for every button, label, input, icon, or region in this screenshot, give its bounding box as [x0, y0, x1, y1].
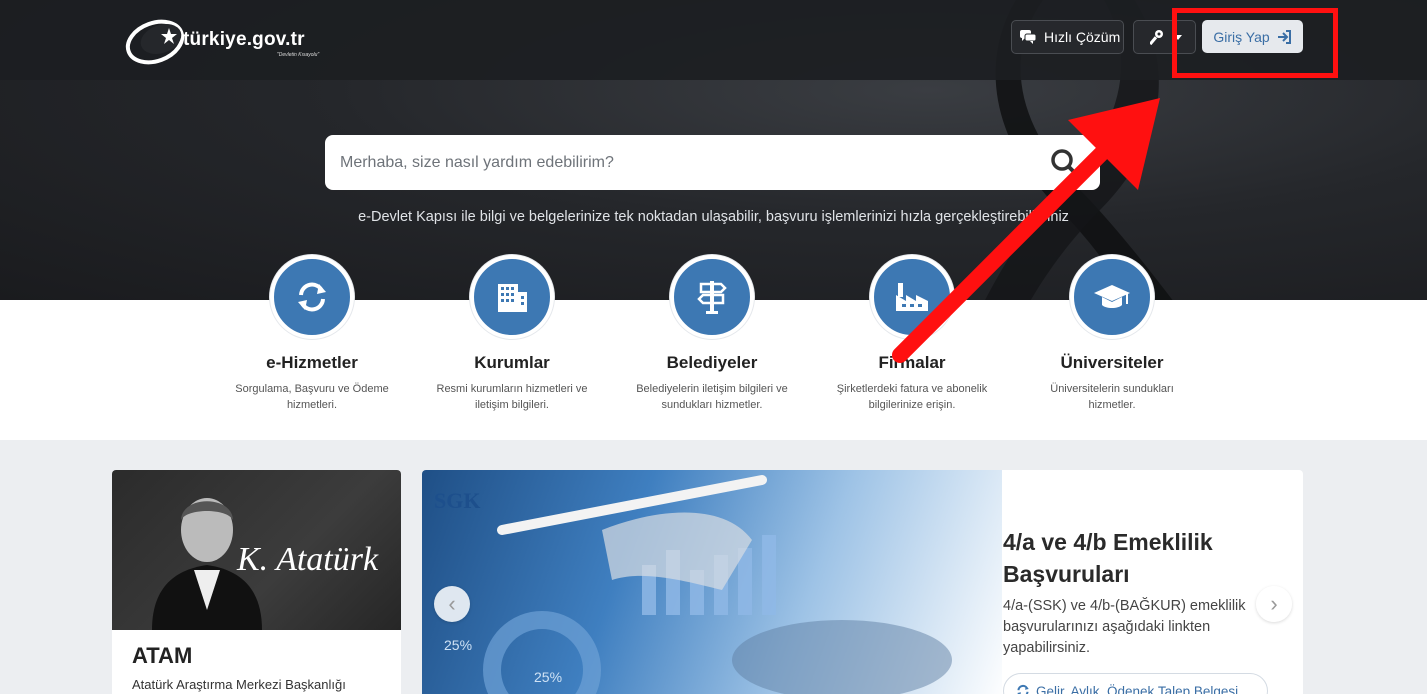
slide-link-button[interactable]: Gelir, Aylık, Ödenek Talep Belgesi — [1003, 673, 1268, 694]
category-icon-circle — [1070, 255, 1154, 339]
category-belediyeler[interactable]: Belediyeler Belediyelerin iletişim bilgi… — [612, 255, 812, 413]
hizli-cozum-label: Hızlı Çözüm — [1044, 29, 1121, 45]
signpost-icon — [697, 281, 727, 314]
category-icon-circle — [670, 255, 754, 339]
category-icon-circle — [470, 255, 554, 339]
ataturk-portrait-image: K. Atatürk — [112, 470, 401, 630]
hero-tagline: e-Devlet Kapısı ile bilgi ve belgelerini… — [358, 209, 1069, 225]
logo-text: türkiye.gov.tr — [183, 29, 305, 50]
portrait-illustration: K. Atatürk — [152, 498, 379, 630]
site-logo[interactable]: türkiye.gov.tr "Devletin Kısayolu" — [125, 14, 330, 66]
chevron-left-icon: ‹ — [448, 591, 456, 616]
sgk-logo: SGK — [434, 488, 481, 513]
ataturk-signature: K. Atatürk — [236, 541, 379, 578]
category-kurumlar[interactable]: Kurumlar Resmi kurumların hizmetleri ve … — [412, 255, 612, 413]
refresh-icon — [298, 282, 326, 312]
slide-image: 25% 25% SGK — [422, 470, 1002, 694]
chart-percent-label: 25% — [534, 669, 562, 685]
slide-link-label: Gelir, Aylık, Ödenek Talep Belgesi — [1036, 683, 1239, 694]
category-universiteler[interactable]: Üniversiteler Üniversitelerin sundukları… — [1012, 255, 1212, 413]
atam-subtitle: Atatürk Araştırma Merkezi Başkanlığı — [132, 677, 346, 692]
category-icon-circle — [870, 255, 954, 339]
highlight-box — [1172, 8, 1338, 78]
category-title: Kurumlar — [474, 353, 550, 372]
search-input[interactable] — [340, 135, 1020, 190]
category-desc: Resmi kurumların hizmetleri ve iletişim … — [436, 383, 588, 411]
slide-title: 4/a ve 4/b Emeklilik Başvuruları — [1003, 529, 1213, 587]
hizli-cozum-button[interactable]: Hızlı Çözüm — [1011, 20, 1124, 54]
slider-prev-button[interactable]: ‹ — [434, 586, 470, 622]
search-icon[interactable] — [1050, 148, 1080, 178]
refresh-icon — [1017, 684, 1029, 694]
building-icon — [498, 284, 527, 312]
slider-next-button[interactable]: › — [1256, 586, 1292, 622]
news-slider: 25% 25% SGK 4/a ve 4/b Emeklilik Başvuru… — [422, 470, 1303, 694]
category-desc: Şirketlerdeki fatura ve abonelik bilgile… — [836, 383, 988, 411]
category-title: Belediyeler — [666, 353, 758, 372]
slide-text: 4/a-(SSK) ve 4/b-(BAĞKUR) emeklilik başv… — [1003, 598, 1246, 656]
category-desc: Üniversitelerin sundukları hizmetler. — [1050, 383, 1174, 411]
finance-illustration: 25% 25% — [444, 475, 952, 694]
graduation-cap-icon — [1094, 285, 1130, 308]
category-firmalar[interactable]: Firmalar Şirketlerdeki fatura ve aboneli… — [812, 255, 1012, 413]
logo-slogan: "Devletin Kısayolu" — [277, 52, 320, 58]
category-title: Firmalar — [878, 353, 946, 372]
category-desc: Sorgulama, Başvuru ve Ödeme hizmetleri. — [235, 383, 389, 411]
chat-bubbles-icon — [1020, 30, 1036, 44]
atam-card[interactable]: K. Atatürk ATAM Atatürk Araştırma Merkez… — [112, 470, 401, 694]
factory-icon — [896, 283, 928, 311]
chart-percent-label: 25% — [444, 637, 472, 653]
chevron-right-icon: › — [1270, 591, 1278, 616]
category-e-hizmetler[interactable]: e-Hizmetler Sorgulama, Başvuru ve Ödeme … — [212, 255, 412, 413]
category-title: Üniversiteler — [1060, 353, 1164, 372]
atam-title: ATAM — [132, 643, 193, 668]
search-box — [325, 135, 1100, 190]
key-icon — [1150, 30, 1163, 45]
category-title: e-Hizmetler — [266, 353, 358, 372]
category-desc: Belediyelerin iletişim bilgileri ve sund… — [636, 383, 788, 411]
category-icon-circle — [270, 255, 354, 339]
crescent-star-logo-icon — [125, 19, 185, 65]
